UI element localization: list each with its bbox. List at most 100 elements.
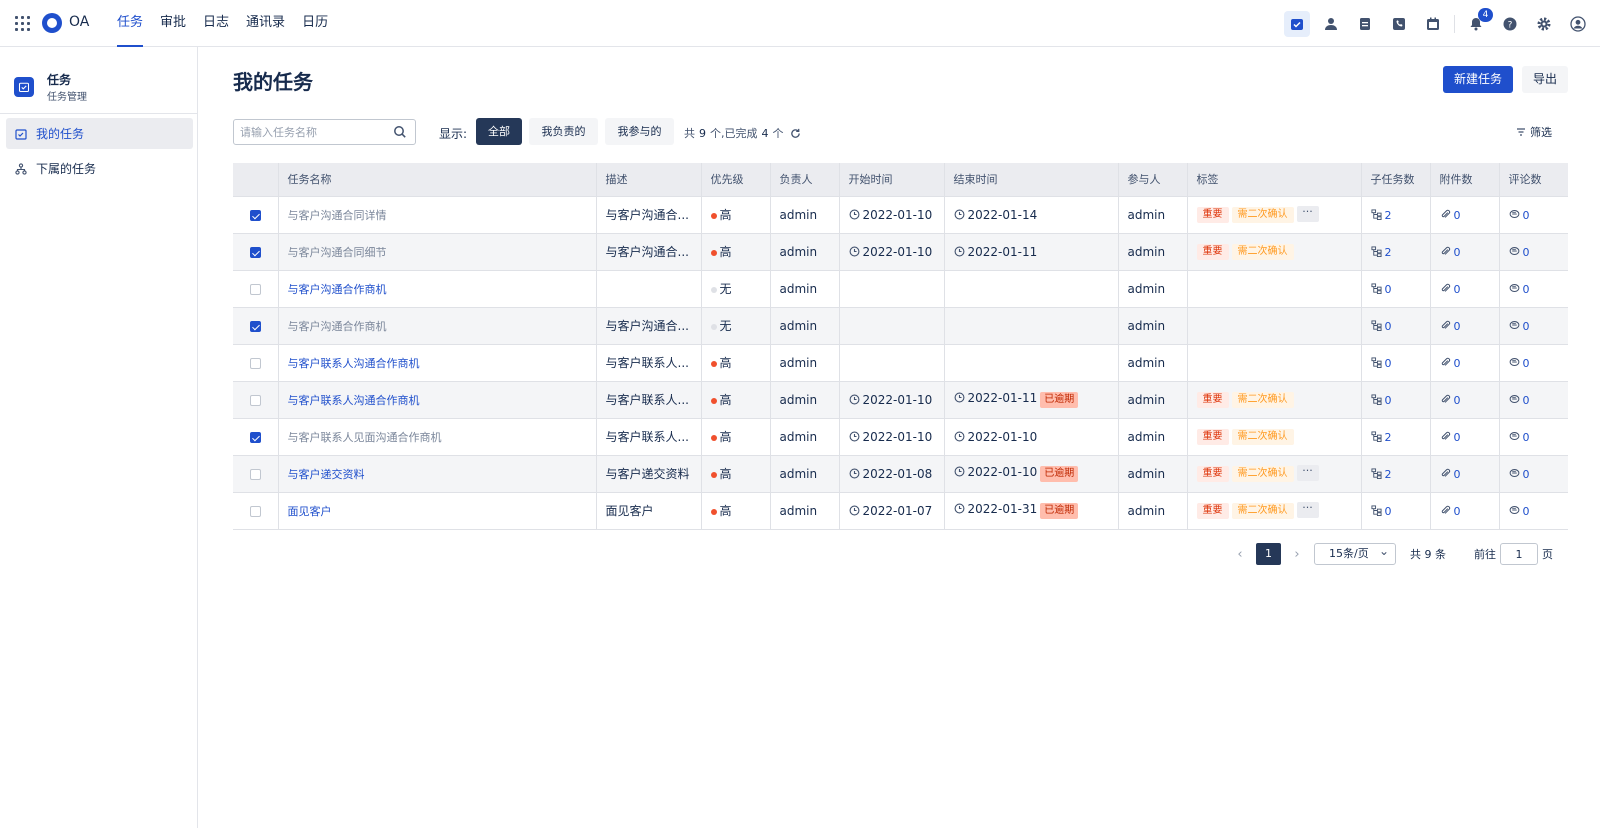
attachment-count[interactable]: 0 — [1440, 209, 1461, 222]
attachment-count[interactable]: 0 — [1440, 320, 1461, 333]
comment-count[interactable]: 0 — [1509, 394, 1530, 407]
table-row[interactable]: 与客户沟通合同详情 与客户沟通合... 高 admin 2022-01-10 2022-0… — [233, 196, 1568, 234]
table-row[interactable]: 与客户递交资料 与客户递交资料 高 admin 2022-01-08 2022-01-10… — [233, 455, 1568, 493]
comment-count[interactable]: 0 — [1509, 431, 1530, 444]
table-row[interactable]: 与客户联系人见面沟通合作商机 与客户联系人... 高 admin 2022-01-10 2… — [233, 418, 1568, 456]
task-name-link[interactable]: 与客户联系人沟通合作商机 — [288, 394, 420, 407]
contacts-icon[interactable] — [1318, 11, 1344, 37]
subtask-count[interactable]: 0 — [1370, 394, 1392, 407]
row-checkbox[interactable] — [249, 320, 261, 332]
attachment-count[interactable]: 0 — [1440, 505, 1461, 518]
nav-tasks[interactable]: 任务 — [117, 0, 144, 47]
row-checkbox[interactable] — [249, 209, 261, 221]
attachment-count[interactable]: 0 — [1440, 283, 1461, 296]
task-name-link[interactable]: 与客户沟通合同细节 — [288, 246, 387, 259]
header-comments[interactable]: 评论数 — [1499, 163, 1568, 197]
new-task-button[interactable]: 新建任务 — [1443, 66, 1513, 93]
document-icon[interactable] — [1352, 11, 1378, 37]
segment-participating[interactable]: 我参与的 — [605, 118, 674, 145]
task-name-link[interactable]: 面见客户 — [288, 505, 332, 518]
nav-calendar[interactable]: 日历 — [302, 0, 328, 47]
settings-gear-icon[interactable] — [1531, 11, 1557, 37]
segment-all[interactable]: 全部 — [476, 118, 522, 145]
export-button[interactable]: 导出 — [1522, 66, 1568, 93]
subtask-count[interactable]: 2 — [1370, 246, 1392, 259]
search-icon[interactable] — [393, 125, 407, 139]
task-name-link[interactable]: 与客户联系人沟通合作商机 — [288, 357, 420, 370]
comment-count[interactable]: 0 — [1509, 209, 1530, 222]
attachment-count[interactable]: 0 — [1440, 246, 1461, 259]
attachment-count[interactable]: 0 — [1440, 394, 1461, 407]
task-name-link[interactable]: 与客户沟通合作商机 — [288, 283, 387, 296]
row-checkbox[interactable] — [249, 246, 261, 258]
row-checkbox[interactable] — [249, 357, 261, 369]
task-app-icon[interactable] — [1284, 11, 1310, 37]
comment-count[interactable]: 0 — [1509, 246, 1530, 259]
comment-count[interactable]: 0 — [1509, 320, 1530, 333]
row-checkbox[interactable] — [249, 468, 261, 480]
header-subtasks[interactable]: 子任务数 — [1361, 163, 1431, 197]
nav-contacts[interactable]: 通讯录 — [246, 0, 285, 47]
task-name-link[interactable]: 与客户沟通合同详情 — [288, 209, 387, 222]
comment-count[interactable]: 0 — [1509, 283, 1530, 296]
table-row[interactable]: 与客户沟通合同细节 与客户沟通合... 高 admin 2022-01-10 2022-0… — [233, 233, 1568, 271]
subtask-count[interactable]: 0 — [1370, 320, 1392, 333]
header-participant[interactable]: 参与人 — [1118, 163, 1188, 197]
comment-count[interactable]: 0 — [1509, 468, 1530, 481]
table-row[interactable]: 与客户沟通合作商机 无 admin admin 0 0 0 — [233, 270, 1568, 308]
attachment-count[interactable]: 0 — [1440, 468, 1461, 481]
search-input[interactable] — [234, 120, 384, 144]
calendar-icon[interactable] — [1420, 11, 1446, 37]
nav-logs[interactable]: 日志 — [203, 0, 229, 47]
row-checkbox[interactable] — [249, 283, 261, 295]
table-row[interactable]: 与客户联系人沟通合作商机 与客户联系人... 高 admin 2022-01-10 202… — [233, 381, 1568, 419]
user-avatar-icon[interactable] — [1565, 11, 1591, 37]
subtask-count[interactable]: 0 — [1370, 505, 1392, 518]
nav-approval[interactable]: 审批 — [160, 0, 186, 47]
subtask-count[interactable]: 0 — [1370, 283, 1392, 296]
comment-count[interactable]: 0 — [1509, 505, 1530, 518]
header-end[interactable]: 结束时间 — [944, 163, 1119, 197]
subtask-count[interactable]: 2 — [1370, 431, 1392, 444]
subtask-count[interactable]: 2 — [1370, 209, 1392, 222]
subtask-count[interactable]: 2 — [1370, 468, 1392, 481]
row-checkbox[interactable] — [249, 431, 261, 443]
header-name[interactable]: 任务名称 — [278, 163, 597, 197]
more-tags-button[interactable]: ··· — [1296, 501, 1319, 518]
more-tags-button[interactable]: ··· — [1296, 464, 1319, 481]
notification-bell-icon[interactable]: 4 — [1463, 8, 1493, 37]
page-size-select[interactable]: 15条/页 — [1314, 541, 1396, 565]
app-grid-icon[interactable] — [15, 16, 30, 31]
sidebar-item-subordinate-tasks[interactable]: 下属的任务 — [6, 153, 193, 184]
row-checkbox[interactable] — [249, 394, 261, 406]
header-priority[interactable]: 优先级 — [701, 163, 771, 197]
table-row[interactable]: 与客户沟通合作商机 与客户沟通合... 无 admin admin 0 0 0 — [233, 307, 1568, 345]
header-start[interactable]: 开始时间 — [839, 163, 945, 197]
attachment-count[interactable]: 0 — [1440, 431, 1461, 444]
header-desc[interactable]: 描述 — [596, 163, 702, 197]
filter-button[interactable]: 筛选 — [1516, 124, 1552, 140]
goto-page-input[interactable] — [1500, 543, 1538, 565]
attachment-count-cell: 0 — [1430, 270, 1500, 308]
task-name-link[interactable]: 与客户递交资料 — [288, 468, 365, 481]
help-icon[interactable]: ? — [1497, 11, 1523, 37]
header-attachments[interactable]: 附件数 — [1430, 163, 1500, 197]
segment-responsible[interactable]: 我负责的 — [529, 118, 598, 145]
header-tags[interactable]: 标签 — [1187, 163, 1362, 197]
comment-count[interactable]: 0 — [1509, 357, 1530, 370]
phone-icon[interactable] — [1386, 11, 1412, 37]
next-page-icon[interactable]: › — [1288, 547, 1306, 562]
task-name-link[interactable]: 与客户沟通合作商机 — [288, 320, 387, 333]
page-number-current[interactable]: 1 — [1256, 543, 1281, 565]
task-name-link[interactable]: 与客户联系人见面沟通合作商机 — [288, 431, 442, 444]
subtask-count[interactable]: 0 — [1370, 357, 1392, 370]
attachment-count[interactable]: 0 — [1440, 357, 1461, 370]
row-checkbox[interactable] — [249, 505, 261, 517]
table-row[interactable]: 与客户联系人沟通合作商机 与客户联系人... 高 admin admin 0 0 0 — [233, 344, 1568, 382]
header-owner[interactable]: 负责人 — [770, 163, 840, 197]
refresh-icon[interactable] — [790, 128, 801, 139]
more-tags-button[interactable]: ··· — [1296, 205, 1319, 222]
sidebar-item-my-tasks[interactable]: 我的任务 — [6, 118, 193, 149]
prev-page-icon[interactable]: ‹ — [1231, 547, 1249, 562]
table-row[interactable]: 面见客户 面见客户高 admin 2022-01-07 2022-01-31 已逾期 adm… — [233, 492, 1568, 530]
